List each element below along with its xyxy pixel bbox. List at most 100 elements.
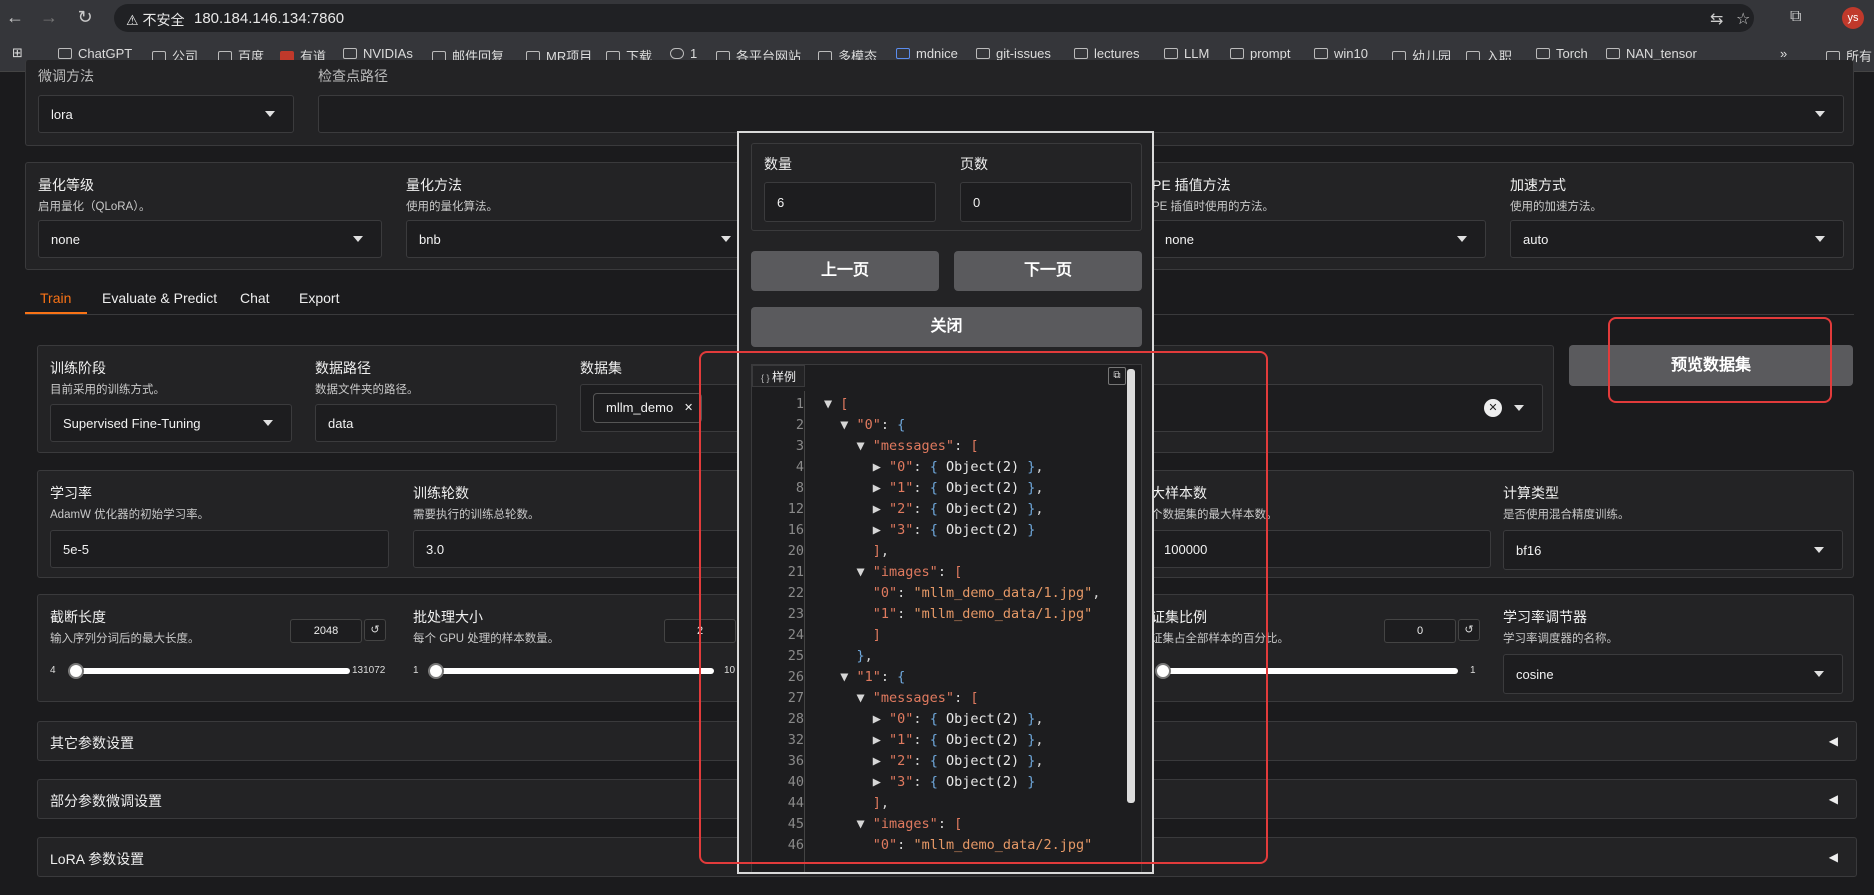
cutoff-number[interactable]: 2048	[290, 619, 362, 643]
stage-sub: 目前采用的训练方式。	[50, 384, 165, 396]
avatar[interactable]: ys	[1842, 7, 1864, 29]
max-samples-label: 大样本数	[1151, 485, 1207, 501]
max-samples-input[interactable]: 100000	[1151, 530, 1491, 568]
bookmark-item[interactable]: NVIDIAs	[343, 46, 413, 61]
chevron-down-icon	[353, 236, 363, 242]
line-code[interactable]: ▶ "1": { Object(2) },	[824, 730, 1044, 751]
braces-icon: { }	[761, 373, 773, 383]
datapath-input[interactable]: data	[315, 404, 557, 442]
rope-select[interactable]: none	[1152, 220, 1486, 258]
finetune-select[interactable]: lora	[38, 95, 294, 133]
line-code[interactable]: ▶ "0": { Object(2) },	[824, 457, 1044, 478]
page-input[interactable]: 0	[960, 182, 1132, 222]
url-text[interactable]: 180.184.146.134:7860	[194, 10, 344, 27]
val-size-number[interactable]: 0	[1384, 619, 1456, 643]
bookmark-item[interactable]: win10	[1314, 46, 1368, 61]
line-code[interactable]: ▼ "messages": [	[824, 688, 979, 709]
cutoff-slider-handle[interactable]	[68, 663, 84, 679]
accel-select[interactable]: auto	[1510, 220, 1844, 258]
translate-icon[interactable]: ⇆	[1710, 9, 1723, 29]
scheduler-value: cosine	[1516, 666, 1554, 682]
bookmark-item[interactable]: 1	[670, 46, 697, 61]
line-code[interactable]: ▶ "3": { Object(2) }	[824, 772, 1036, 793]
quant-level-sub: 启用量化（QLoRA）。	[38, 201, 151, 213]
lr-sub: AdamW 优化器的初始学习率。	[50, 509, 210, 521]
github-icon	[670, 48, 684, 59]
line-code[interactable]: ▶ "0": { Object(2) },	[824, 709, 1044, 730]
prev-page-button[interactable]: 上一页	[751, 251, 939, 291]
bookmark-item[interactable]: prompt	[1230, 46, 1290, 61]
reload-icon[interactable]: ↻	[74, 6, 96, 28]
compute-type-select[interactable]: bf16	[1503, 530, 1843, 570]
line-number: 32	[787, 732, 804, 748]
epochs-input[interactable]: 3.0	[413, 530, 753, 568]
finetune-value: lora	[51, 106, 73, 122]
bookmark-item[interactable]: git-issues	[976, 46, 1051, 61]
quant-method-select[interactable]: bnb	[406, 220, 750, 258]
batch-size-slider-handle[interactable]	[428, 663, 444, 679]
extensions-icon[interactable]: ⧉	[1790, 8, 1801, 26]
line-code[interactable]: ▶ "1": { Object(2) },	[824, 478, 1044, 499]
rope-label: PE 插值方法	[1152, 177, 1231, 193]
line-code[interactable]: ▶ "2": { Object(2) },	[824, 499, 1044, 520]
stage-select[interactable]: Supervised Fine-Tuning	[50, 404, 292, 442]
tab-train[interactable]: Train	[40, 290, 71, 306]
close-button[interactable]: 关闭	[751, 307, 1142, 347]
bookmark-item[interactable]: Torch	[1536, 46, 1588, 61]
line-code[interactable]: ▼ "images": [	[824, 814, 963, 835]
quant-level-label: 量化等级	[38, 177, 94, 193]
line-code[interactable]: ▶ "2": { Object(2) },	[824, 751, 1044, 772]
json-viewer[interactable]: { } 样例 ⧉ 1 ▼ [2 ▼ "0": {3 ▼ "messages": […	[751, 364, 1142, 872]
quant-level-select[interactable]: none	[38, 220, 382, 258]
line-code[interactable]: ▼ "0": {	[824, 415, 905, 436]
bookmark-item[interactable]: ChatGPT	[58, 46, 132, 61]
lr-input[interactable]: 5e-5	[50, 530, 389, 568]
bookmark-item[interactable]: LLM	[1164, 46, 1209, 61]
cutoff-slider[interactable]	[68, 668, 350, 674]
json-scrollbar[interactable]	[1127, 369, 1135, 803]
val-size-slider-handle[interactable]	[1155, 663, 1171, 679]
bookmark-item[interactable]: NAN_tensor	[1606, 46, 1697, 61]
bookmark-item[interactable]: lectures	[1074, 46, 1140, 61]
batch-size-slider[interactable]	[428, 668, 714, 674]
remove-icon[interactable]: ✕	[684, 394, 693, 422]
reset-icon[interactable]: ↺	[1458, 619, 1480, 641]
line-number: 16	[787, 522, 804, 538]
next-page-button[interactable]: 下一页	[954, 251, 1142, 291]
line-code[interactable]: ▼ "1": {	[824, 667, 905, 688]
scheduler-select[interactable]: cosine	[1503, 654, 1843, 694]
insecure-badge[interactable]: ⚠ 不安全	[126, 10, 184, 30]
accel-sub: 使用的加速方法。	[1510, 201, 1602, 213]
checkpoint-label: 检查点路径	[318, 68, 388, 84]
more-bookmarks[interactable]: »	[1780, 46, 1787, 61]
folder-icon	[343, 48, 357, 59]
accel-value: auto	[1523, 231, 1549, 247]
reset-icon[interactable]: ↺	[364, 619, 386, 641]
batch-size-number[interactable]: 2	[664, 619, 736, 643]
clear-icon[interactable]: ✕	[1484, 399, 1502, 417]
back-icon[interactable]: ←	[4, 6, 26, 28]
line-code[interactable]: ▼ "messages": [	[824, 436, 979, 457]
copy-icon[interactable]: ⧉	[1108, 367, 1126, 385]
json-code: 1 ▼ [2 ▼ "0": {3 ▼ "messages": [4 ▶ "0": …	[752, 394, 1122, 872]
accordion-title: 部分参数微调设置	[50, 793, 162, 809]
checkpoint-select[interactable]	[318, 95, 1844, 133]
count-input[interactable]: 6	[764, 182, 936, 222]
line-code[interactable]: ▼ [	[824, 394, 848, 415]
bookmark-label: 1	[690, 46, 698, 61]
val-size-slider[interactable]	[1158, 668, 1458, 674]
star-icon[interactable]: ☆	[1736, 9, 1750, 29]
tab-chat[interactable]: Chat	[240, 290, 270, 306]
preview-dataset-button[interactable]: 预览数据集	[1569, 345, 1853, 386]
line-code[interactable]: ▼ "images": [	[824, 562, 963, 583]
bookmark-item[interactable]: mdnice	[896, 46, 958, 61]
epochs-label: 训练轮数	[413, 485, 469, 501]
tab-export[interactable]: Export	[299, 290, 339, 306]
tab-evaluate[interactable]: Evaluate & Predict	[102, 290, 217, 306]
apps-icon[interactable]: ⊞	[12, 45, 23, 61]
chevron-down-icon	[265, 111, 275, 117]
dataset-chip[interactable]: mllm_demo ✕	[593, 393, 703, 423]
address-bar[interactable]: ⚠ 不安全 180.184.146.134:7860 ⇆ ☆	[114, 4, 1754, 32]
forward-icon[interactable]: →	[38, 6, 60, 28]
line-code[interactable]: ▶ "3": { Object(2) }	[824, 520, 1036, 541]
